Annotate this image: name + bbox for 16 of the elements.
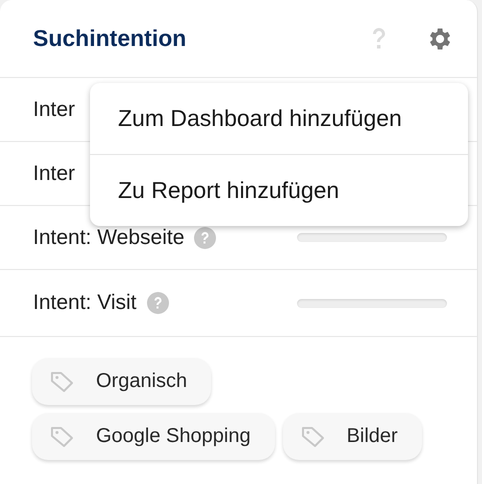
tag-chip[interactable]: Google Shopping [32, 413, 275, 460]
card-title: Suchintention [33, 25, 188, 52]
menu-item[interactable]: Zum Dashboard hinzufügen [90, 83, 468, 154]
help-icon[interactable] [371, 26, 387, 50]
tag-chip[interactable]: Organisch [32, 358, 212, 405]
help-icon[interactable] [194, 226, 216, 248]
tag-icon [50, 370, 74, 392]
tag-icon [50, 426, 74, 448]
tag-chip[interactable]: Bilder [282, 413, 422, 460]
help-icon[interactable] [146, 292, 169, 314]
menu-item[interactable]: Zu Report hinzufügen [90, 154, 468, 226]
row-label: Intent: Visit [33, 291, 137, 315]
row-label: Inter [33, 98, 76, 122]
row-label: Intent: Webseite [33, 226, 184, 250]
tag-icon [300, 426, 325, 448]
row-label: Inter [33, 162, 76, 186]
